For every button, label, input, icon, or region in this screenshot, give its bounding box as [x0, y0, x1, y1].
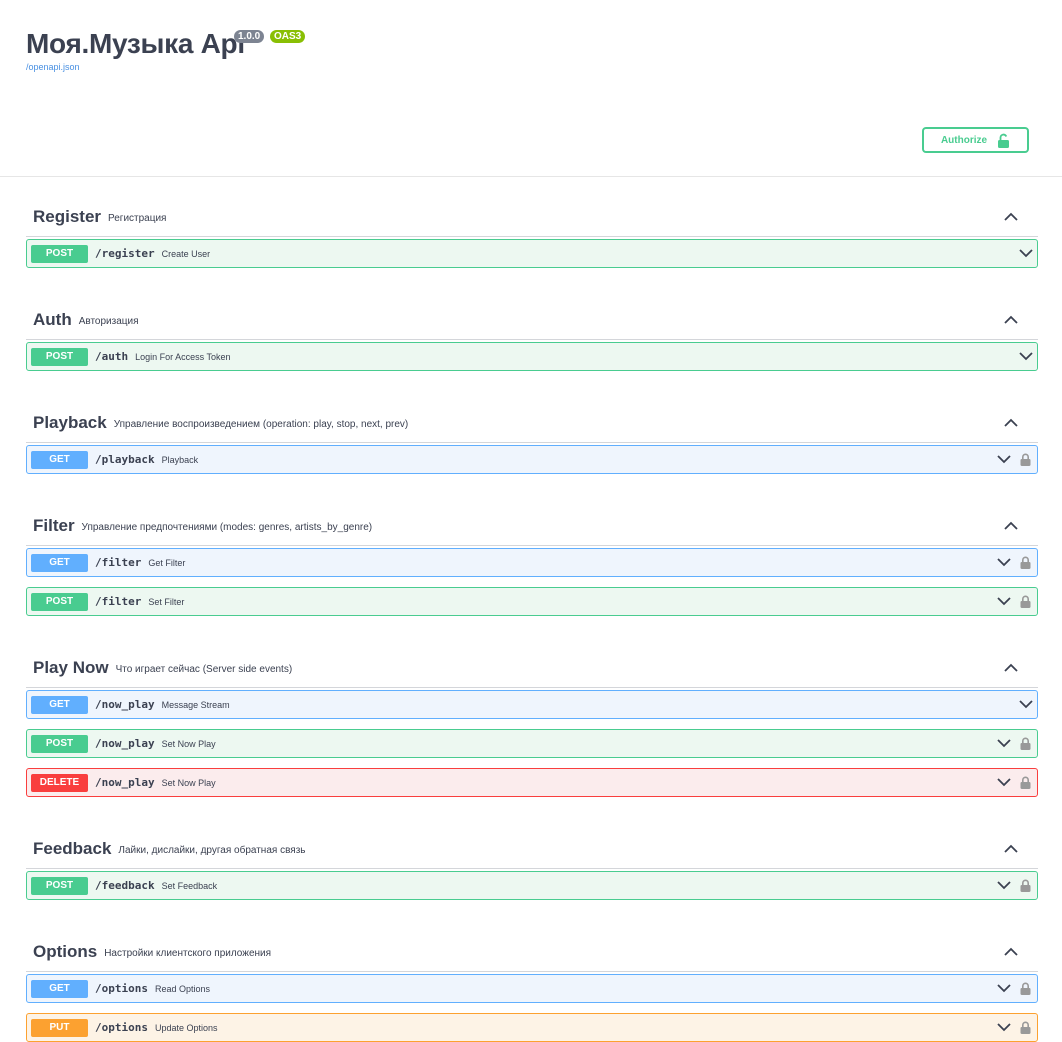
operation-put-options[interactable]: PUT/options Update Options	[26, 1013, 1038, 1042]
operation-path: /now_play	[95, 737, 155, 750]
chevron-up-icon[interactable]	[1004, 315, 1018, 324]
chevron-up-icon[interactable]	[1004, 521, 1018, 530]
method-badge: GET	[31, 451, 88, 469]
chevron-down-icon[interactable]	[997, 778, 1011, 787]
operation-path: /options	[95, 1021, 148, 1034]
operation-path: /filter	[95, 556, 142, 569]
operation-post-auth[interactable]: POST/auth Login For Access Token	[26, 342, 1038, 371]
operation-post-register[interactable]: POST/register Create User	[26, 239, 1038, 268]
chevron-up-icon[interactable]	[1004, 663, 1018, 672]
operation-post-filter[interactable]: POST/filter Set Filter	[26, 587, 1038, 616]
lock-icon[interactable]	[1020, 737, 1031, 750]
chevron-down-icon[interactable]	[997, 1023, 1011, 1032]
section-options[interactable]: Options Настройки клиентского приложения	[26, 921, 1038, 972]
operation-get-now_play[interactable]: GET/now_play Message Stream	[26, 690, 1038, 719]
api-title: Моя.Музыка Api	[26, 28, 245, 59]
section-description: Управление воспроизведением (operation: …	[113, 419, 409, 430]
operation-summary: Set Filter	[148, 597, 185, 607]
info-header: Моя.Музыка Api 1.0.0 OAS3 /openapi.json …	[0, 0, 1062, 177]
lock-icon[interactable]	[1020, 1021, 1031, 1034]
lock-icon[interactable]	[1020, 595, 1031, 608]
operation-path: /now_play	[95, 698, 155, 711]
section-description: Настройки клиентского приложения	[104, 948, 272, 959]
lock-icon[interactable]	[1020, 556, 1031, 569]
operation-summary: Playback	[161, 455, 199, 465]
method-badge: POST	[31, 245, 88, 263]
chevron-up-icon[interactable]	[1004, 212, 1018, 221]
operation-summary: Login For Access Token	[135, 352, 231, 362]
section-play-now[interactable]: Play Now Что играет сейчас (Server side e…	[26, 637, 1038, 688]
chevron-up-icon[interactable]	[1004, 844, 1018, 853]
section-name: Filter	[33, 516, 75, 535]
method-badge: GET	[31, 696, 88, 714]
method-badge: POST	[31, 348, 88, 366]
chevron-down-icon[interactable]	[997, 739, 1011, 748]
operation-summary: Update Options	[154, 1023, 218, 1033]
operation-summary: Set Now Play	[161, 739, 216, 749]
section-register[interactable]: Register Регистрация	[26, 186, 1038, 237]
section-filter[interactable]: Filter Управление предпочтениями (modes: …	[26, 495, 1038, 546]
section-name: Options	[33, 942, 98, 961]
operation-summary: Message Stream	[161, 700, 230, 710]
chevron-down-icon[interactable]	[997, 881, 1011, 890]
section-name: Register	[33, 207, 102, 226]
method-badge: POST	[31, 877, 88, 895]
method-badge: POST	[31, 593, 88, 611]
chevron-down-icon[interactable]	[1019, 352, 1033, 361]
method-badge: PUT	[31, 1019, 88, 1037]
chevron-down-icon[interactable]	[997, 597, 1011, 606]
version-badge: 1.0.0	[234, 30, 265, 43]
lock-icon[interactable]	[1020, 453, 1031, 466]
section-feedback[interactable]: Feedback Лайки, дислайки, другая обратная…	[26, 818, 1038, 869]
section-description: Что играет сейчас (Server side events)	[115, 664, 293, 675]
authorize-button[interactable]: Authorize	[922, 127, 1029, 153]
section-name: Auth	[33, 310, 72, 329]
operation-post-now_play[interactable]: POST/now_play Set Now Play	[26, 729, 1038, 758]
operation-path: /feedback	[95, 879, 155, 892]
chevron-down-icon[interactable]	[997, 984, 1011, 993]
lock-icon[interactable]	[1020, 776, 1031, 789]
operation-post-feedback[interactable]: POST/feedback Set Feedback	[26, 871, 1038, 900]
method-badge: DELETE	[31, 774, 88, 792]
openapi-json-link[interactable]: /openapi.json	[26, 62, 80, 72]
section-auth[interactable]: Auth Авторизация	[26, 289, 1038, 340]
section-name: Playback	[33, 413, 107, 432]
method-badge: POST	[31, 735, 88, 753]
section-description: Управление предпочтениями (modes: genres…	[81, 522, 373, 533]
operation-summary: Set Feedback	[161, 881, 218, 891]
operation-delete-now_play[interactable]: DELETE/now_play Set Now Play	[26, 768, 1038, 797]
operation-path: /register	[95, 247, 155, 260]
lock-icon[interactable]	[1020, 879, 1031, 892]
operation-get-filter[interactable]: GET/filter Get Filter	[26, 548, 1038, 577]
operation-summary: Get Filter	[148, 558, 186, 568]
operation-summary: Read Options	[154, 984, 211, 994]
section-name: Feedback	[33, 839, 112, 858]
oas-badge: OAS3	[270, 30, 306, 43]
chevron-down-icon[interactable]	[1019, 700, 1033, 709]
chevron-down-icon[interactable]	[997, 455, 1011, 464]
operation-path: /filter	[95, 595, 142, 608]
section-playback[interactable]: Playback Управление воспроизведением (ope…	[26, 392, 1038, 443]
chevron-down-icon[interactable]	[997, 558, 1011, 567]
authorize-label: Authorize	[940, 134, 988, 146]
operation-summary: Set Now Play	[161, 778, 216, 788]
unlock-icon	[998, 133, 1010, 148]
section-description: Лайки, дислайки, другая обратная связь	[118, 845, 306, 856]
operation-summary: Create User	[161, 249, 211, 259]
section-description: Регистрация	[108, 213, 167, 224]
section-description: Авторизация	[78, 316, 139, 327]
operation-path: /auth	[95, 350, 129, 363]
chevron-up-icon[interactable]	[1004, 947, 1018, 956]
operation-path: /options	[95, 982, 148, 995]
chevron-down-icon[interactable]	[1019, 249, 1033, 258]
operation-path: /playback	[95, 453, 155, 466]
operation-get-options[interactable]: GET/options Read Options	[26, 974, 1038, 1003]
chevron-up-icon[interactable]	[1004, 418, 1018, 427]
operation-path: /now_play	[95, 776, 155, 789]
method-badge: GET	[31, 980, 88, 998]
operation-get-playback[interactable]: GET/playback Playback	[26, 445, 1038, 474]
section-name: Play Now	[33, 658, 109, 677]
method-badge: GET	[31, 554, 88, 572]
lock-icon[interactable]	[1020, 982, 1031, 995]
